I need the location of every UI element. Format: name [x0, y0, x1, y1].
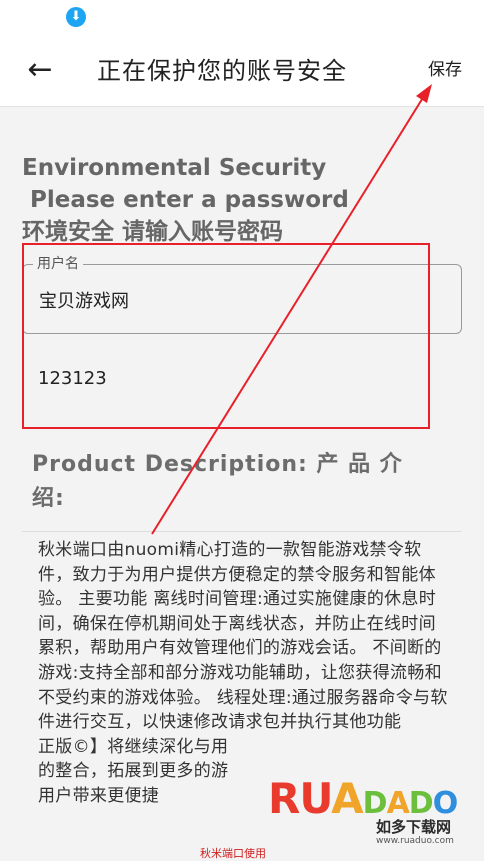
wm-letter: R [268, 774, 300, 823]
watermark-logo: RUADADO 如多下载网 www.ruaduo.com [268, 770, 484, 860]
wm-letter: A [331, 774, 364, 823]
watermark-subtitle: 如多下载网 [376, 818, 452, 836]
watermark-url: www.ruaduo.com [376, 836, 454, 846]
annotation-arrow [151, 84, 432, 535]
watermark-small: 秋米端口使用 [200, 847, 266, 860]
wm-letter: U [299, 774, 332, 823]
